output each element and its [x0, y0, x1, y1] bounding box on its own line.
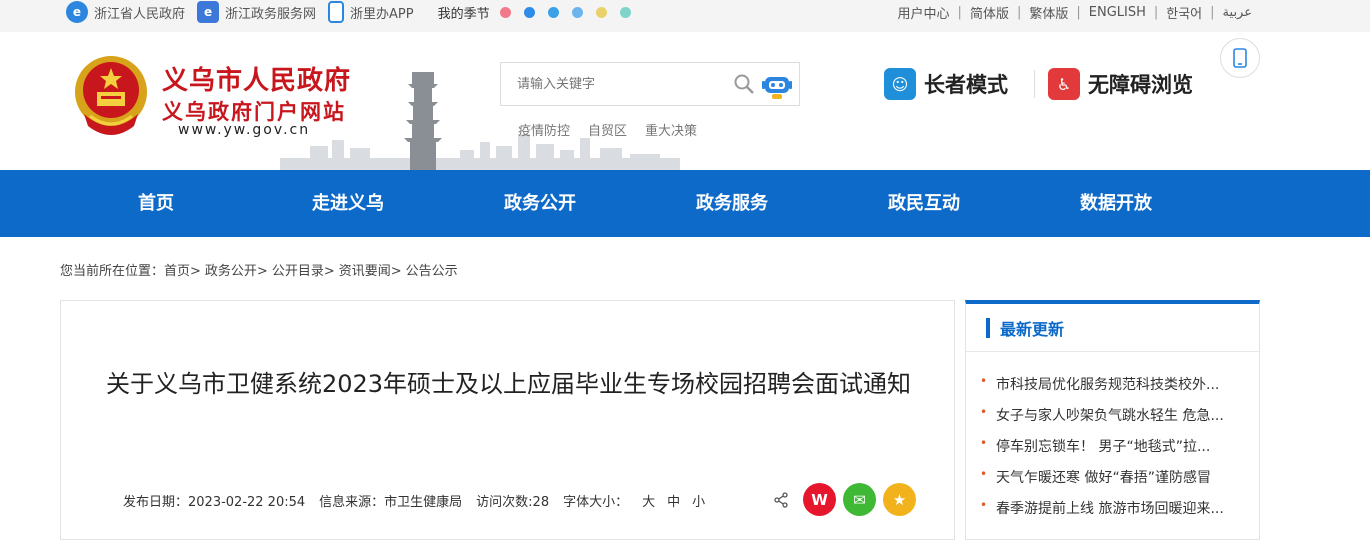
search-input[interactable]: [501, 63, 726, 105]
nav-about-yiwu[interactable]: 走进义乌: [312, 170, 384, 237]
breadcrumb: 您当前所在位置： 首页> 政务公开> 公开目录> 资讯要闻> 公告公示: [60, 260, 462, 279]
hot-keywords: 疫情防控 自贸区 重大决策: [518, 120, 715, 139]
top-right-links: 用户中心 | 简体版 | 繁体版 | ENGLISH | 한국어 | عربية: [897, 3, 1252, 22]
latest-updates-list: 市科技局优化服务规范科技类校外... 女子与家人吵架负气跳水轻生 危急... 停…: [978, 374, 1253, 529]
breadcrumb-gov-affairs[interactable]: 政务公开>: [205, 260, 268, 279]
elder-mode-button[interactable]: ☺ 长者模式: [884, 68, 1008, 100]
font-size-medium[interactable]: 中: [667, 491, 680, 510]
search-box: [500, 62, 800, 106]
breadcrumb-news[interactable]: 资讯要闻>: [339, 260, 402, 279]
link-user-center[interactable]: 用户中心: [898, 3, 950, 22]
zj-gov-icon: e: [66, 1, 88, 23]
season-dot-6[interactable]: [619, 6, 631, 18]
breadcrumb-notice[interactable]: 公告公示: [406, 260, 458, 279]
link-zlb-app[interactable]: 浙里办APP: [328, 1, 414, 23]
search-icon[interactable]: [733, 73, 755, 95]
font-size-large[interactable]: 大: [642, 491, 655, 510]
article-panel: 关于义乌市卫健系统2023年硕士及以上应届毕业生专场校园招聘会面试通知 发布日期…: [60, 300, 955, 540]
site-header: 义乌市人民政府 义乌政府门户网站 www.yw.gov.cn 请输入关键字 疫情…: [0, 32, 1370, 170]
robot-assistant-icon[interactable]: [759, 67, 795, 103]
hotword-epidemic[interactable]: 疫情防控: [518, 120, 570, 139]
season-dot-5[interactable]: [595, 6, 607, 18]
link-korean[interactable]: 한국어: [1166, 3, 1202, 22]
link-zj-service[interactable]: e 浙江政务服务网: [197, 1, 316, 23]
season-dot-3[interactable]: [547, 6, 559, 18]
season-dot-4[interactable]: [571, 6, 583, 18]
wechat-icon[interactable]: ✉: [843, 483, 876, 516]
article-meta: 发布日期：2023-02-22 20:54 信息来源：市卫生健康局 访问次数:2…: [123, 491, 717, 510]
phone-app-icon: [328, 1, 345, 23]
list-item[interactable]: 天气乍暖还寒 做好“春捂”谨防感冒: [978, 467, 1253, 498]
link-zj-gov[interactable]: e 浙江省人民政府: [66, 1, 185, 23]
font-size-label: 字体大小：: [563, 495, 629, 510]
season-dot-2[interactable]: [523, 6, 535, 18]
mobile-phone-icon: [1233, 48, 1247, 68]
weibo-icon[interactable]: W: [803, 483, 836, 516]
link-traditional[interactable]: 繁体版: [1029, 3, 1068, 22]
season-label: 我的季节: [437, 6, 490, 22]
share-icon: [774, 491, 788, 508]
season-dot-1[interactable]: [499, 6, 511, 18]
hotword-ftz[interactable]: 自贸区: [588, 120, 627, 139]
article-title: 关于义乌市卫健系统2023年硕士及以上应届毕业生专场校园招聘会面试通知: [105, 370, 912, 398]
nav-interaction[interactable]: 政民互动: [888, 170, 960, 237]
accessible-browse-button[interactable]: ♿ 无障碍浏览: [1048, 68, 1193, 100]
share-bar: W ✉ ★: [773, 483, 923, 516]
list-item[interactable]: 停车别忘锁车！ 男子“地毯式”拉...: [978, 436, 1253, 467]
breadcrumb-prefix: 您当前所在位置：: [60, 264, 165, 279]
zj-service-icon: e: [197, 1, 220, 23]
list-item[interactable]: 市科技局优化服务规范科技类校外...: [978, 374, 1253, 405]
mobile-version-button[interactable]: [1220, 38, 1260, 78]
link-simplified[interactable]: 简体版: [970, 3, 1009, 22]
list-item[interactable]: 女子与家人吵架负气跳水轻生 危急...: [978, 405, 1253, 436]
info-source: 信息来源：市卫生健康局: [319, 495, 463, 510]
nav-gov-services[interactable]: 政务服务: [696, 170, 768, 237]
national-emblem-icon: [75, 56, 147, 135]
publish-date: 发布日期：2023-02-22 20:54: [123, 495, 306, 510]
elder-icon: ☺: [884, 68, 916, 100]
latest-updates-title: 最新更新: [1000, 320, 1065, 339]
link-arabic[interactable]: عربية: [1223, 5, 1252, 20]
nav-open-data[interactable]: 数据开放: [1080, 170, 1152, 237]
top-bar: e 浙江省人民政府 e 浙江政务服务网 浙里办APP 我的季节 用户中心 | 简…: [0, 0, 1370, 32]
visit-count: 访问次数:28: [476, 495, 550, 510]
latest-updates-panel: 最新更新 市科技局优化服务规范科技类校外... 女子与家人吵架负气跳水轻生 危急…: [965, 300, 1260, 540]
breadcrumb-catalog[interactable]: 公开目录>: [272, 260, 335, 279]
wheelchair-icon: ♿: [1048, 68, 1080, 100]
nav-gov-affairs[interactable]: 政务公开: [504, 170, 576, 237]
main-nav: 首页 走进义乌 政务公开 政务服务 政民互动 数据开放: [0, 170, 1370, 237]
hotword-decisions[interactable]: 重大决策: [645, 120, 697, 139]
latest-updates-header: 最新更新: [966, 304, 1259, 352]
breadcrumb-home[interactable]: 首页>: [164, 260, 201, 279]
favorite-star-icon[interactable]: ★: [883, 483, 916, 516]
divider: [1034, 70, 1035, 98]
top-links: e 浙江省人民政府 e 浙江政务服务网 浙里办APP 我的季节: [66, 0, 644, 24]
nav-home[interactable]: 首页: [138, 170, 174, 237]
font-size-small[interactable]: 小: [692, 491, 705, 510]
list-item[interactable]: 春季游提前上线 旅游市场回暖迎来...: [978, 498, 1253, 529]
link-english[interactable]: ENGLISH: [1089, 5, 1146, 20]
